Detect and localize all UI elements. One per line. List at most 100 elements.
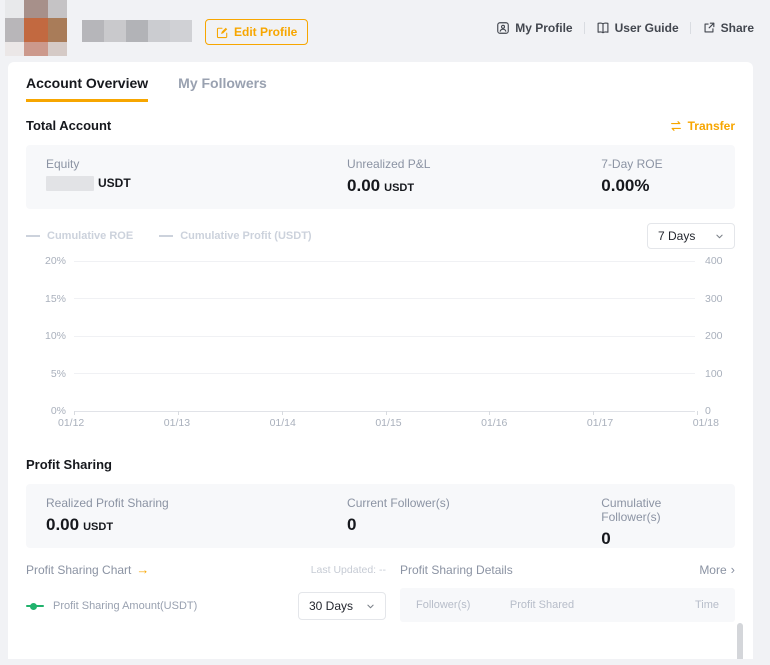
column-followers: Follower(s) <box>416 599 510 611</box>
x-axis-tick: 01/18 <box>693 417 719 429</box>
share-label: Share <box>721 21 754 35</box>
stat-value: 0 <box>601 529 610 549</box>
x-axis-tick: 01/16 <box>481 417 507 429</box>
legend-label: Profit Sharing Amount(USDT) <box>53 600 197 612</box>
stat-label: 7-Day ROE <box>601 157 715 171</box>
stat-unit: USDT <box>83 521 113 533</box>
profit-sharing-period-select[interactable]: 30 Days <box>298 592 386 620</box>
x-axis-tick: 01/13 <box>164 417 190 429</box>
transfer-icon <box>669 119 683 133</box>
profile-card-icon <box>496 21 510 35</box>
user-guide-label: User Guide <box>615 21 679 35</box>
more-label: More <box>699 563 726 577</box>
chevron-down-icon <box>366 602 375 611</box>
edit-profile-button[interactable]: Edit Profile <box>205 19 308 45</box>
y-axis-tick: 20% <box>26 255 74 267</box>
user-guide-link[interactable]: User Guide <box>596 21 679 35</box>
roe-period-select[interactable]: 7 Days <box>647 223 735 249</box>
gridline <box>74 336 695 337</box>
stat-equity: Equity USDT <box>46 157 347 197</box>
redacted-equity-value <box>46 176 94 191</box>
selected-period: 7 Days <box>658 229 695 243</box>
y2-axis-tick: 300 <box>695 293 735 305</box>
column-profit-shared: Profit Shared <box>510 599 658 611</box>
profit-sharing-details-panel: Profit Sharing Details More › Follower(s… <box>400 562 735 622</box>
stat-value: 0 <box>347 515 356 535</box>
stat-value: 0.00 <box>347 176 380 196</box>
selected-period: 30 Days <box>309 599 353 613</box>
performance-chart: 20% 400 15% 300 10% 200 5% 100 0% 0 <box>26 261 735 411</box>
stat-value: 0.00 <box>46 515 79 535</box>
stat-label: Unrealized P&L <box>347 157 601 171</box>
account-card: Account Overview My Followers Total Acco… <box>8 62 753 659</box>
gridline <box>74 261 695 262</box>
tab-bar: Account Overview My Followers <box>26 75 735 102</box>
profit-sharing-details-title: Profit Sharing Details <box>400 563 513 577</box>
edit-profile-label: Edit Profile <box>234 25 297 39</box>
x-axis-tick: 01/14 <box>270 417 296 429</box>
avatar <box>5 0 67 56</box>
legend-label: Cumulative Profit (USDT) <box>180 230 311 242</box>
total-account-title: Total Account <box>26 118 111 133</box>
profit-sharing-stats: Realized Profit Sharing 0.00 USDT Curren… <box>26 484 735 548</box>
stat-7day-roe: 7-Day ROE 0.00% <box>601 157 715 197</box>
y2-axis-tick: 400 <box>695 255 735 267</box>
x-axis-labels: 01/12 01/13 01/14 01/15 01/16 01/17 01/1… <box>58 417 719 429</box>
x-axis-tick: 01/17 <box>587 417 613 429</box>
stat-unit: USDT <box>384 182 414 194</box>
more-link[interactable]: More › <box>699 562 735 577</box>
legend-label: Cumulative ROE <box>47 230 133 242</box>
stat-label: Equity <box>46 157 347 171</box>
profit-sharing-chart-link[interactable]: Profit Sharing Chart → <box>26 562 149 577</box>
stat-realized-profit-sharing: Realized Profit Sharing 0.00 USDT <box>46 496 347 549</box>
redacted-username <box>82 20 192 42</box>
tab-account-overview[interactable]: Account Overview <box>26 75 148 102</box>
edit-icon <box>216 26 229 39</box>
column-time: Time <box>658 599 719 611</box>
stat-current-followers: Current Follower(s) 0 <box>347 496 601 549</box>
legend-profit-sharing-amount[interactable]: Profit Sharing Amount(USDT) <box>26 600 197 612</box>
details-scrollbar[interactable] <box>737 623 743 659</box>
share-icon <box>702 21 716 35</box>
stat-cumulative-followers: Cumulative Follower(s) 0 <box>601 496 715 549</box>
line-dot-marker-icon <box>26 605 44 607</box>
legend-cumulative-roe[interactable]: Cumulative ROE <box>26 230 133 242</box>
line-marker-icon <box>26 235 40 237</box>
divider <box>690 22 691 34</box>
arrow-right-icon: → <box>136 562 149 577</box>
x-axis-ticks <box>74 411 697 415</box>
divider <box>584 22 585 34</box>
stat-label: Realized Profit Sharing <box>46 496 347 510</box>
book-icon <box>596 21 610 35</box>
transfer-label: Transfer <box>688 119 735 133</box>
my-profile-link[interactable]: My Profile <box>496 21 572 35</box>
chart-legend: Cumulative ROE Cumulative Profit (USDT) <box>26 230 312 242</box>
transfer-button[interactable]: Transfer <box>669 119 735 133</box>
legend-cumulative-profit[interactable]: Cumulative Profit (USDT) <box>159 230 311 242</box>
x-axis-tick: 01/15 <box>375 417 401 429</box>
stat-label: Current Follower(s) <box>347 496 601 510</box>
last-updated-text: Last Updated: -- <box>311 564 386 576</box>
y-axis-tick: 10% <box>26 330 74 342</box>
stat-unrealized-pnl: Unrealized P&L 0.00 USDT <box>347 157 601 197</box>
gridline <box>74 373 695 374</box>
my-profile-label: My Profile <box>515 21 572 35</box>
total-account-stats: Equity USDT Unrealized P&L 0.00 USDT 7-D… <box>26 145 735 209</box>
gridline <box>74 298 695 299</box>
details-table-header: Follower(s) Profit Shared Time <box>400 588 735 622</box>
y2-axis-tick: 100 <box>695 368 735 380</box>
header-links: My Profile User Guide Share <box>496 21 754 35</box>
profit-sharing-title: Profit Sharing <box>26 457 735 472</box>
profile-header: Edit Profile My Profile User Guide <box>0 0 770 62</box>
y2-axis-tick: 200 <box>695 330 735 342</box>
tab-my-followers[interactable]: My Followers <box>178 75 267 102</box>
profit-sharing-chart-panel: Profit Sharing Chart → Last Updated: -- … <box>26 562 386 622</box>
y-axis-tick: 15% <box>26 293 74 305</box>
chevron-down-icon <box>715 232 724 241</box>
share-link[interactable]: Share <box>702 21 754 35</box>
stat-unit: USDT <box>98 176 131 190</box>
x-axis-tick: 01/12 <box>58 417 84 429</box>
y2-axis-tick: 0 <box>695 405 735 417</box>
y-axis-tick: 0% <box>26 405 74 417</box>
chevron-right-icon: › <box>731 562 735 577</box>
